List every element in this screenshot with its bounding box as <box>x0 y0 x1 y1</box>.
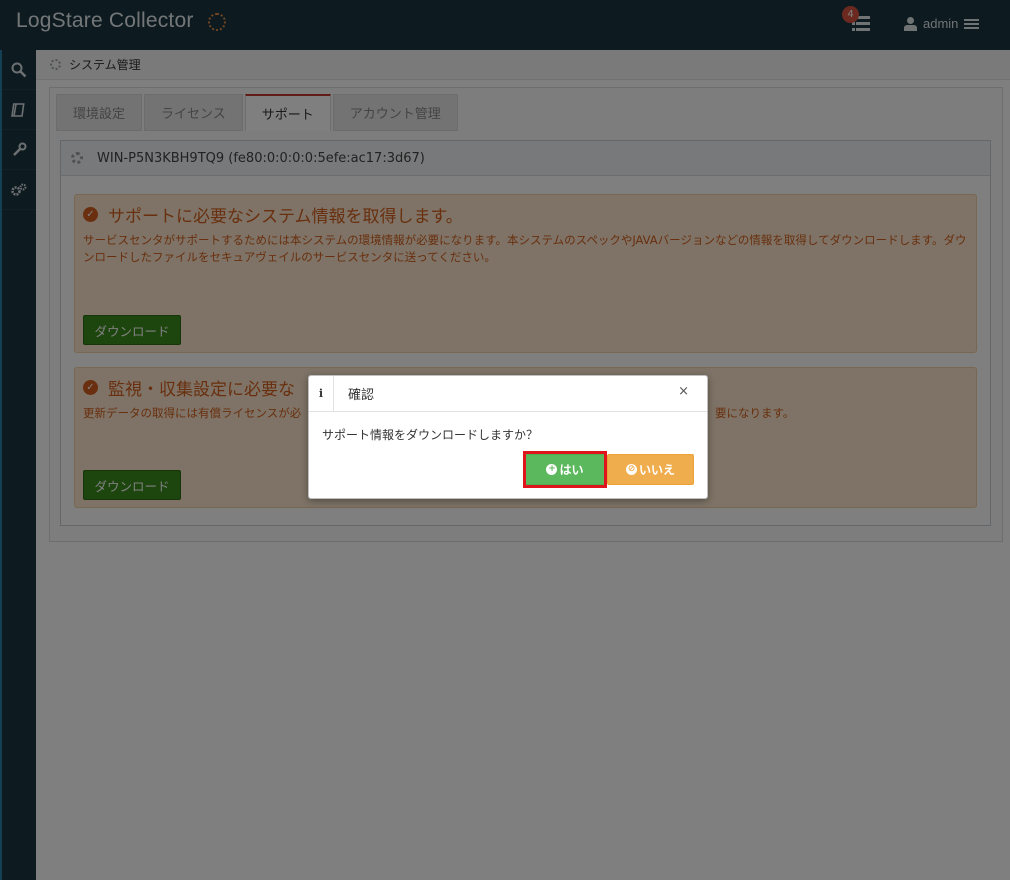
highlight-box <box>523 451 607 488</box>
dialog-header: i 確認 <box>309 375 707 412</box>
close-icon[interactable]: × <box>678 384 689 399</box>
dialog-message: サポート情報をダウンロードしますか？ <box>322 428 539 442</box>
info-icon: i <box>309 375 334 412</box>
confirm-dialog: i 確認 × サポート情報をダウンロードしますか？ + はい ⊘ いいえ <box>308 375 708 499</box>
no-button[interactable]: ⊘ いいえ <box>607 454 694 485</box>
ban-circle-icon: ⊘ <box>625 464 637 475</box>
no-label: いいえ <box>638 463 675 477</box>
dialog-title: 確認 <box>348 388 375 403</box>
